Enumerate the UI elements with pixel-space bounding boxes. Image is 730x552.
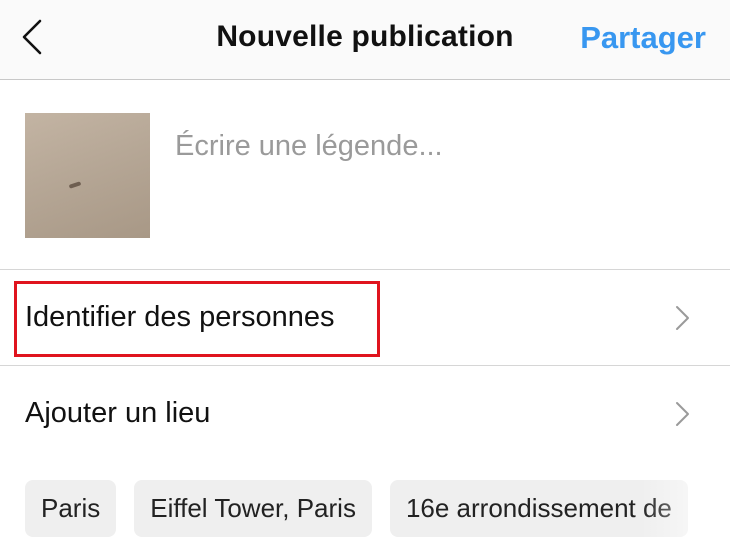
highlight-box bbox=[14, 281, 380, 357]
location-chip[interactable]: Paris bbox=[25, 480, 117, 537]
location-chip[interactable]: Eiffel Tower, Paris bbox=[134, 480, 372, 537]
add-location-label: Ajouter un lieu bbox=[25, 397, 211, 429]
caption-input[interactable] bbox=[175, 130, 695, 163]
compose-section bbox=[0, 80, 730, 270]
new-post-screen: Nouvelle publication Partager Identifier… bbox=[0, 0, 730, 552]
location-suggestions: Paris Eiffel Tower, Paris 16e arrondisseme… bbox=[25, 480, 730, 537]
location-chip[interactable]: 16e arrondissement de bbox=[389, 480, 688, 537]
top-bar: Nouvelle publication Partager bbox=[0, 0, 730, 80]
add-location-row[interactable]: Ajouter un lieu bbox=[0, 366, 730, 462]
chevron-right-icon bbox=[676, 306, 689, 330]
thumbnail-detail bbox=[68, 181, 82, 189]
share-button[interactable]: Partager bbox=[580, 20, 706, 56]
post-thumbnail bbox=[25, 113, 150, 238]
chevron-right-icon bbox=[676, 402, 689, 426]
